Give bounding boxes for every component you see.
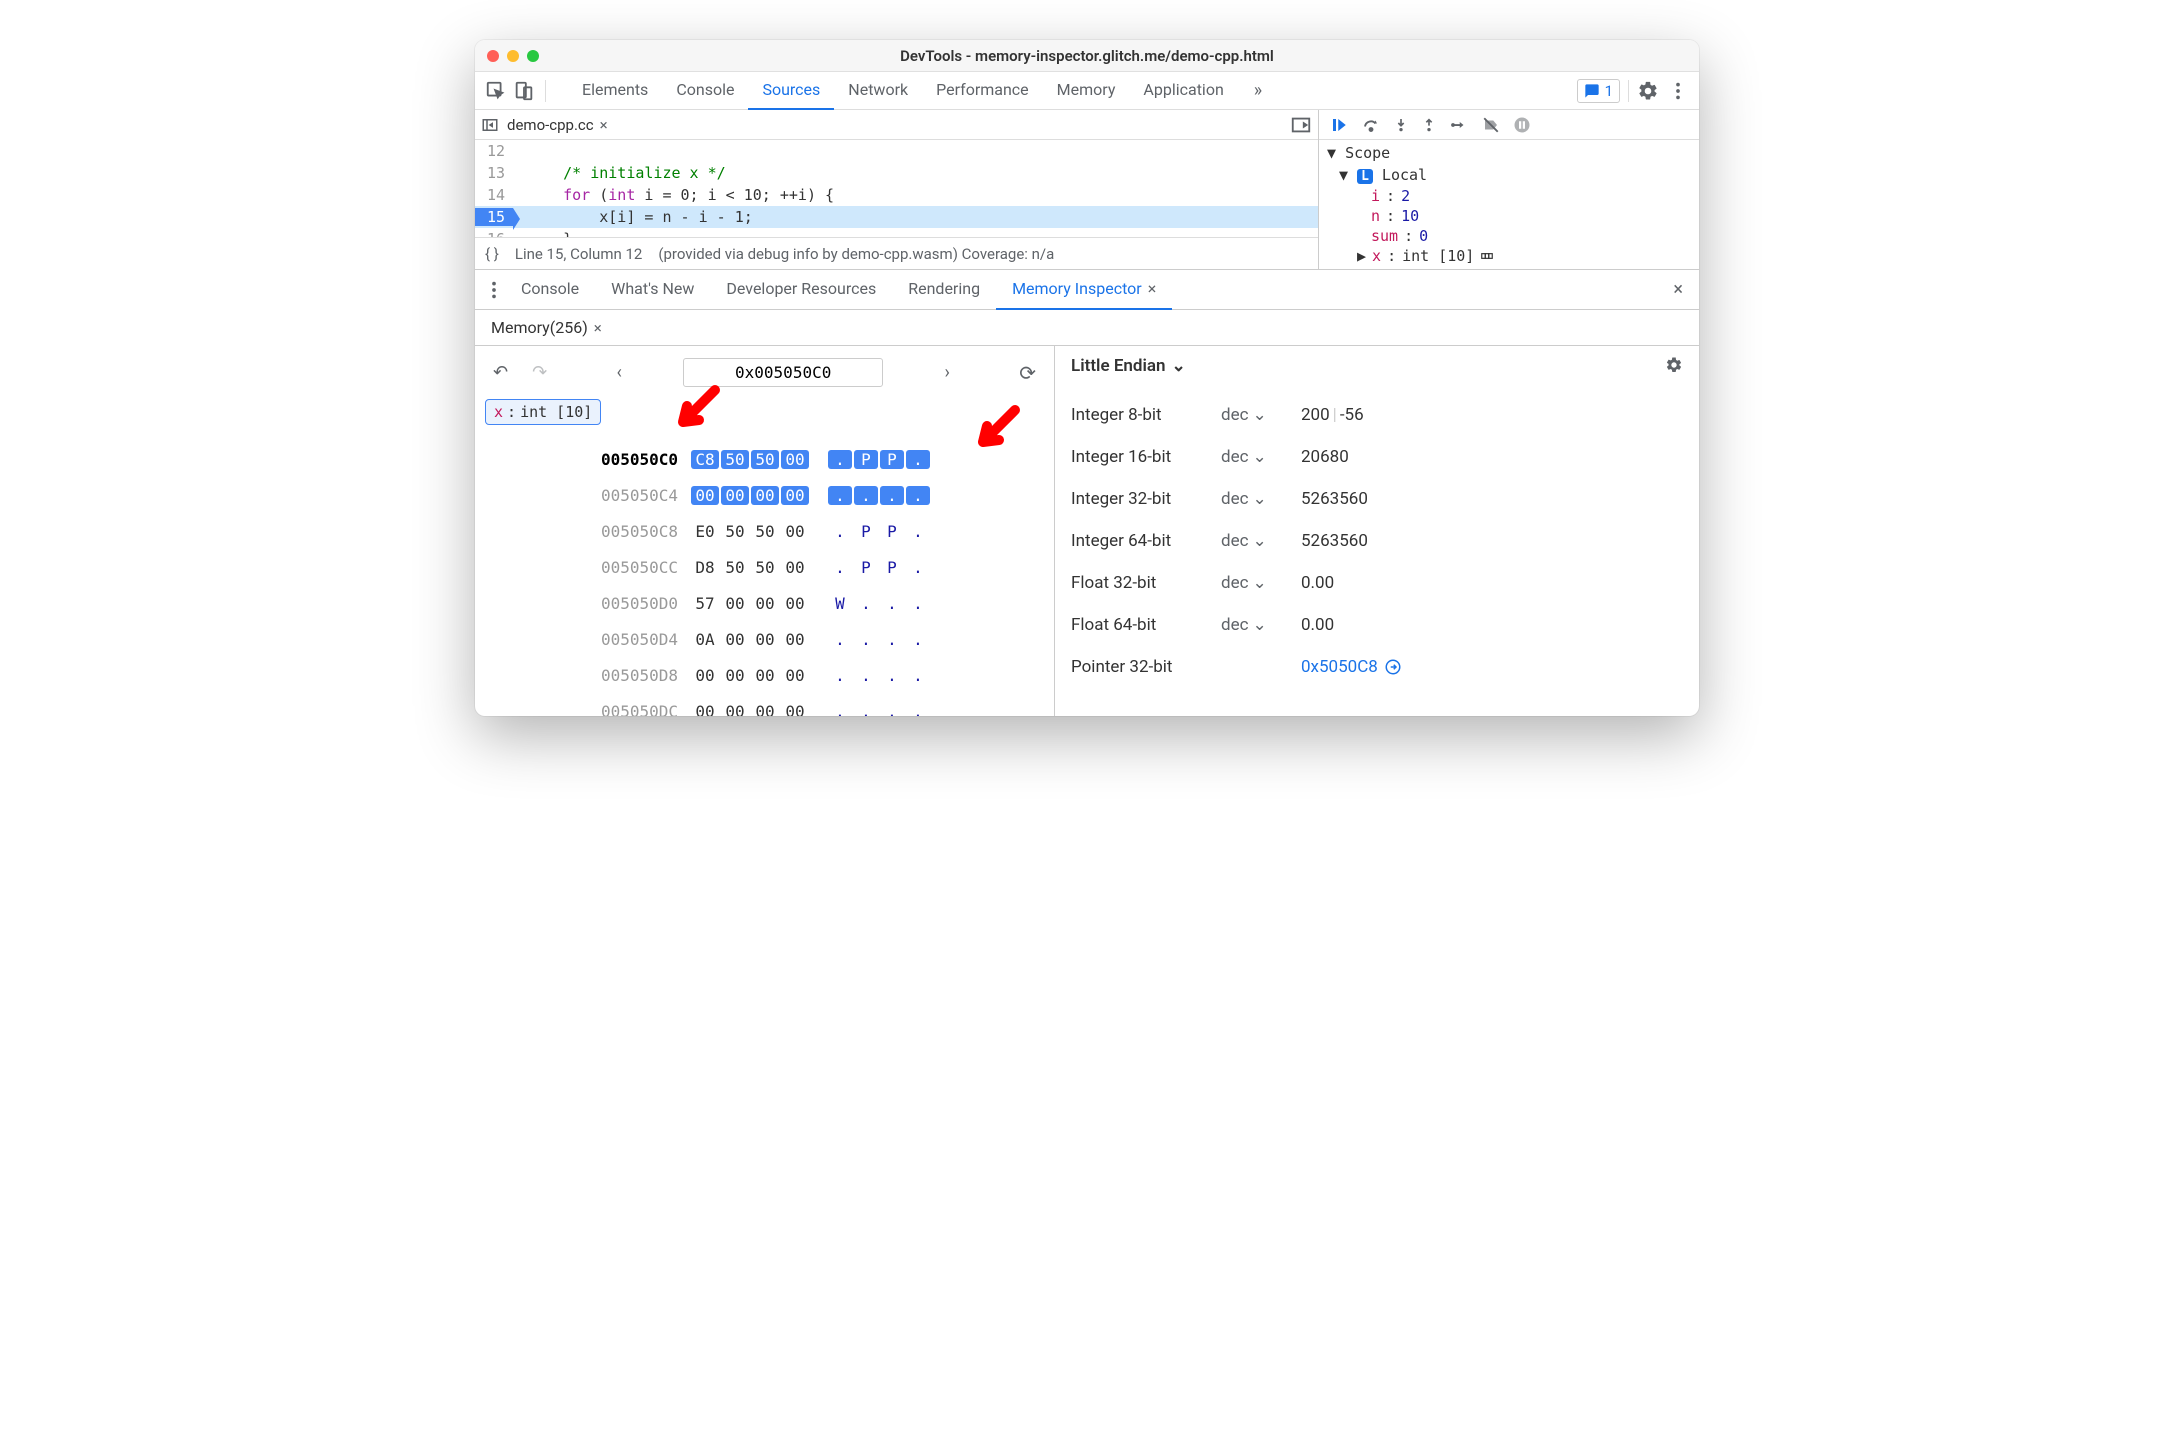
tab-memory[interactable]: Memory — [1043, 72, 1130, 110]
tab-sources[interactable]: Sources — [748, 72, 834, 110]
minimize-window-button[interactable] — [507, 50, 519, 62]
format-selector[interactable]: dec ⌄ — [1221, 489, 1301, 509]
undo-icon[interactable]: ↶ — [485, 362, 516, 383]
file-tab-demo-cpp[interactable]: demo-cpp.cc × — [507, 116, 608, 134]
tab-elements[interactable]: Elements — [568, 72, 662, 110]
hex-row[interactable]: 005050CCD8505000.PP. — [598, 549, 931, 585]
tab-network[interactable]: Network — [834, 72, 922, 110]
value-row: Float 64-bitdec ⌄0.00 — [1071, 604, 1683, 646]
value-interpreter: Little Endian⌄ Integer 8-bitdec ⌄200|-56… — [1055, 346, 1699, 716]
value-row: Integer 8-bitdec ⌄200|-56 — [1071, 394, 1683, 436]
close-icon[interactable]: × — [594, 319, 602, 337]
redo-icon: ↷ — [524, 362, 555, 383]
format-selector[interactable]: dec ⌄ — [1221, 615, 1301, 635]
close-drawer-button[interactable]: × — [1665, 279, 1691, 300]
navigator-toggle-icon[interactable] — [481, 116, 499, 134]
drawer-tab-devres[interactable]: Developer Resources — [710, 270, 892, 310]
scope-var-x[interactable]: ▶ x: int [10] — [1319, 246, 1699, 266]
kebab-menu-icon[interactable] — [1667, 80, 1689, 102]
hex-toolbar: ↶ ↷ ‹ › ⟳ — [485, 358, 1044, 387]
hex-viewer: ↶ ↷ ‹ › ⟳ x: int [10] 005050C0C8505000.P… — [475, 346, 1055, 716]
format-selector[interactable]: dec ⌄ — [1221, 573, 1301, 593]
issues-button[interactable]: 1 — [1577, 79, 1620, 103]
close-icon[interactable]: × — [600, 116, 608, 134]
value-settings-icon[interactable] — [1665, 356, 1683, 378]
main-tabs: Elements Console Sources Network Perform… — [475, 72, 1699, 110]
next-page-icon[interactable]: › — [936, 362, 957, 383]
value-row: Integer 32-bitdec ⌄5263560 — [1071, 478, 1683, 520]
pointer-link[interactable]: 0x5050C8 — [1301, 657, 1402, 677]
format-selector[interactable]: dec ⌄ — [1221, 447, 1301, 467]
value-row: Float 32-bitdec ⌄0.00 — [1071, 562, 1683, 604]
drawer-kebab-icon[interactable] — [483, 279, 505, 301]
scope-var[interactable]: i: 2 — [1319, 186, 1699, 206]
value-row: Integer 16-bitdec ⌄20680 — [1071, 436, 1683, 478]
tab-performance[interactable]: Performance — [922, 72, 1043, 110]
devtools-window: DevTools - memory-inspector.glitch.me/de… — [475, 40, 1699, 716]
hex-row[interactable]: 005050C0C8505000.PP. — [598, 441, 931, 477]
endianness-selector[interactable]: Little Endian⌄ — [1071, 356, 1665, 376]
debugger-controls — [1319, 110, 1699, 140]
titlebar: DevTools - memory-inspector.glitch.me/de… — [475, 40, 1699, 72]
hex-row[interactable]: 005050C400000000.... — [598, 477, 931, 513]
hex-row[interactable]: 005050C8E0505000.PP. — [598, 513, 931, 549]
code-editor[interactable]: 12 13 /* initialize x */ 14 for (int i =… — [475, 140, 1318, 237]
close-icon[interactable]: × — [1148, 279, 1157, 298]
file-tab-bar: demo-cpp.cc × — [475, 110, 1318, 140]
value-row: Integer 64-bitdec ⌄5263560 — [1071, 520, 1683, 562]
inspect-icon[interactable] — [485, 80, 507, 102]
more-tabs-button[interactable]: » — [1244, 80, 1272, 101]
drawer-tabs: Console What's New Developer Resources R… — [475, 270, 1699, 310]
hex-row[interactable]: 005050D800000000.... — [598, 657, 931, 693]
debugger-sidebar: ▼ Scope ▼ L Local i: 2 n: 10 sum: 0 ▶ x:… — [1319, 110, 1699, 269]
memory-inspector-panel: ↶ ↷ ‹ › ⟳ x: int [10] 005050C0C8505000.P… — [475, 346, 1699, 716]
sources-panel: demo-cpp.cc × 12 13 /* initialize x */ 1… — [475, 110, 1699, 270]
step-out-icon[interactable] — [1421, 116, 1437, 134]
settings-icon[interactable] — [1637, 80, 1659, 102]
format-selector[interactable]: dec ⌄ — [1221, 531, 1301, 551]
prev-page-icon[interactable]: ‹ — [608, 362, 629, 383]
pause-on-exceptions-icon[interactable] — [1513, 116, 1531, 134]
issues-count: 1 — [1605, 82, 1613, 100]
drawer-tab-rendering[interactable]: Rendering — [892, 270, 996, 310]
code-pane: demo-cpp.cc × 12 13 /* initialize x */ 1… — [475, 110, 1319, 269]
window-controls — [487, 50, 539, 62]
drawer-tab-memory-inspector[interactable]: Memory Inspector× — [996, 270, 1172, 310]
hex-row[interactable]: 005050DC00000000.... — [598, 693, 931, 716]
snippet-icon[interactable] — [1290, 114, 1312, 136]
debug-info-source: (provided via debug info by demo-cpp.was… — [658, 245, 1054, 263]
drawer-tab-whatsnew[interactable]: What's New — [595, 270, 710, 310]
close-window-button[interactable] — [487, 50, 499, 62]
hex-grid: 005050C0C8505000.PP.005050C400000000....… — [485, 441, 1044, 716]
editor-status-bar: { } Line 15, Column 12 (provided via deb… — [475, 237, 1318, 269]
deactivate-breakpoints-icon[interactable] — [1481, 116, 1501, 134]
cursor-position: Line 15, Column 12 — [515, 245, 642, 263]
scope-var[interactable]: sum: 0 — [1319, 226, 1699, 246]
brackets-icon[interactable]: { } — [485, 245, 499, 263]
resume-icon[interactable] — [1329, 116, 1349, 134]
tab-application[interactable]: Application — [1129, 72, 1237, 110]
format-selector[interactable]: dec ⌄ — [1221, 405, 1301, 425]
step-icon[interactable] — [1449, 116, 1469, 134]
scope-var[interactable]: n: 10 — [1319, 206, 1699, 226]
memory-subtabs: Memory(256) × — [475, 310, 1699, 346]
maximize-window-button[interactable] — [527, 50, 539, 62]
local-scope[interactable]: ▼ L Local — [1319, 164, 1699, 186]
hex-row[interactable]: 005050D40A000000.... — [598, 621, 931, 657]
value-row: Pointer 32-bit0x5050C8 — [1071, 646, 1683, 688]
annotation-arrow-icon — [665, 382, 725, 446]
object-chip[interactable]: x: int [10] — [485, 399, 601, 425]
drawer-tab-console[interactable]: Console — [505, 270, 595, 310]
refresh-icon[interactable]: ⟳ — [1011, 361, 1044, 385]
scope-header[interactable]: ▼ Scope — [1319, 142, 1699, 164]
device-toggle-icon[interactable] — [513, 80, 535, 102]
window-title: DevTools - memory-inspector.glitch.me/de… — [475, 47, 1699, 65]
tab-console[interactable]: Console — [662, 72, 748, 110]
hex-row[interactable]: 005050D057000000W... — [598, 585, 931, 621]
memory-tab-256[interactable]: Memory(256) × — [483, 318, 610, 337]
annotation-arrow-icon — [965, 402, 1025, 466]
step-over-icon[interactable] — [1361, 116, 1381, 134]
scope-section: ▼ Scope ▼ L Local i: 2 n: 10 sum: 0 ▶ x:… — [1319, 140, 1699, 268]
step-into-icon[interactable] — [1393, 116, 1409, 134]
